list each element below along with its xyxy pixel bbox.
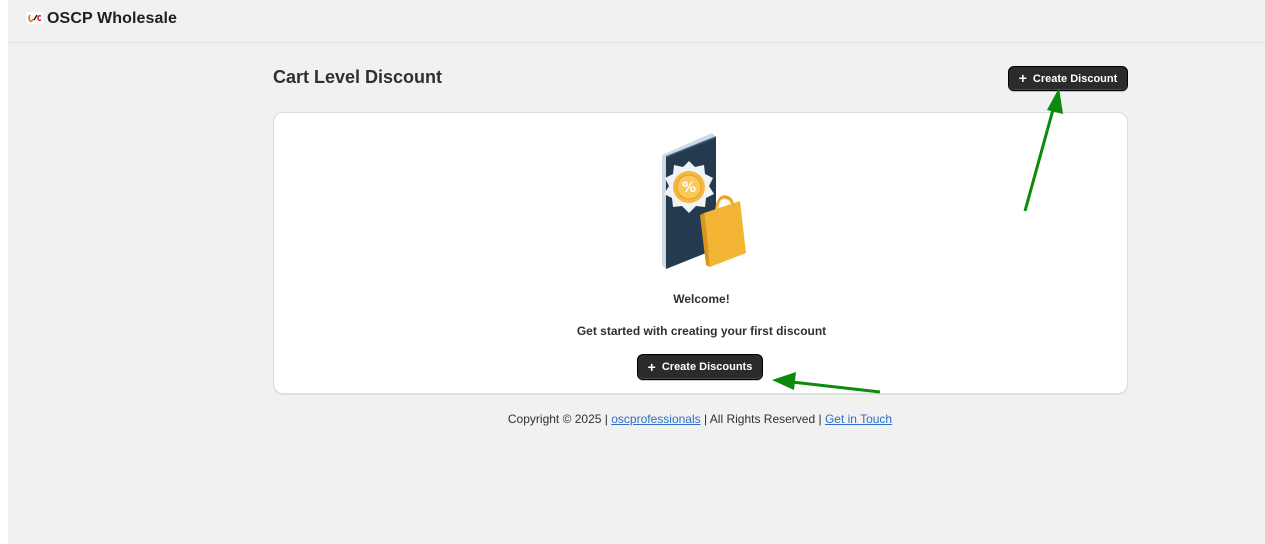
discount-phone-shopping-bag-icon: % <box>662 133 746 269</box>
footer-rights: | All Rights Reserved | <box>703 412 822 426</box>
empty-state-message: Get started with creating your first dis… <box>576 324 827 338</box>
plus-icon: + <box>1018 70 1027 86</box>
page-title: Cart Level Discount <box>273 67 443 87</box>
create-discount-button[interactable]: + Create Discount <box>1008 66 1128 91</box>
app-name: OSCP Wholesale <box>47 10 178 27</box>
contact-link[interactable]: Get in Touch <box>825 412 892 426</box>
empty-state-card: % Welcome! Get started with creating you… <box>273 112 1128 394</box>
plus-icon: + <box>647 358 656 375</box>
create-discounts-button[interactable]: + Create Discounts <box>637 354 763 380</box>
left-edge <box>0 0 8 544</box>
footer-copyright: Copyright © 2025 | <box>507 412 608 426</box>
footer: Copyright © 2025 | oscprofessionals | Al… <box>0 412 1265 426</box>
svg-text:%: % <box>682 180 696 196</box>
app-header: OSCP Wholesale <box>8 0 1265 43</box>
empty-state-heading: Welcome! <box>673 292 730 306</box>
company-link[interactable]: oscprofessionals <box>611 412 700 426</box>
create-discounts-label: Create Discounts <box>661 361 753 373</box>
create-discount-label: Create Discount <box>1032 72 1118 85</box>
oscp-logo-icon <box>27 12 43 24</box>
